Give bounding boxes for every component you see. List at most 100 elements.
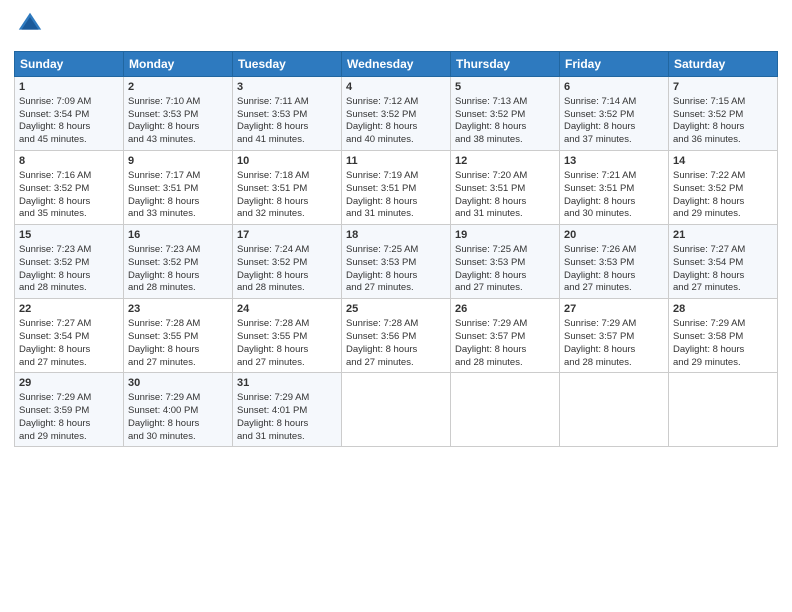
day-number: 29 [19, 376, 119, 391]
day-cell: 4Sunrise: 7:12 AMSunset: 3:52 PMDaylight… [342, 77, 451, 151]
day-info-line: Sunset: 3:52 PM [19, 183, 119, 196]
day-info-line: Sunset: 3:53 PM [346, 257, 446, 270]
day-info-line: and 28 minutes. [564, 357, 664, 370]
day-number: 7 [673, 80, 773, 95]
day-info-line: and 40 minutes. [346, 134, 446, 147]
day-number: 17 [237, 228, 337, 243]
day-info-line: Daylight: 8 hours [346, 344, 446, 357]
day-cell: 1Sunrise: 7:09 AMSunset: 3:54 PMDaylight… [15, 77, 124, 151]
day-cell: 28Sunrise: 7:29 AMSunset: 3:58 PMDayligh… [669, 299, 778, 373]
day-cell: 17Sunrise: 7:24 AMSunset: 3:52 PMDayligh… [233, 225, 342, 299]
day-info-line: Sunrise: 7:18 AM [237, 170, 337, 183]
day-number: 19 [455, 228, 555, 243]
day-number: 10 [237, 154, 337, 169]
day-info-line: and 27 minutes. [346, 282, 446, 295]
day-cell: 25Sunrise: 7:28 AMSunset: 3:56 PMDayligh… [342, 299, 451, 373]
day-number: 6 [564, 80, 664, 95]
day-number: 20 [564, 228, 664, 243]
day-info-line: and 29 minutes. [673, 208, 773, 221]
day-number: 11 [346, 154, 446, 169]
day-info-line: Sunset: 3:52 PM [128, 257, 228, 270]
day-cell: 24Sunrise: 7:28 AMSunset: 3:55 PMDayligh… [233, 299, 342, 373]
day-number: 14 [673, 154, 773, 169]
day-info-line: and 31 minutes. [455, 208, 555, 221]
day-info-line: Sunrise: 7:29 AM [455, 318, 555, 331]
day-info-line: and 41 minutes. [237, 134, 337, 147]
week-row-4: 22Sunrise: 7:27 AMSunset: 3:54 PMDayligh… [15, 299, 778, 373]
header-cell-wednesday: Wednesday [342, 52, 451, 77]
day-info-line: Sunrise: 7:23 AM [128, 244, 228, 257]
header-cell-saturday: Saturday [669, 52, 778, 77]
day-cell [342, 373, 451, 447]
day-info-line: and 28 minutes. [237, 282, 337, 295]
day-cell: 6Sunrise: 7:14 AMSunset: 3:52 PMDaylight… [560, 77, 669, 151]
day-info-line: Sunrise: 7:10 AM [128, 96, 228, 109]
day-info-line: Sunrise: 7:23 AM [19, 244, 119, 257]
day-info-line: Sunrise: 7:28 AM [346, 318, 446, 331]
day-info-line: Sunset: 4:00 PM [128, 405, 228, 418]
day-cell: 3Sunrise: 7:11 AMSunset: 3:53 PMDaylight… [233, 77, 342, 151]
day-info-line: Sunrise: 7:29 AM [564, 318, 664, 331]
day-info-line: and 29 minutes. [19, 431, 119, 444]
day-info-line: Sunset: 3:55 PM [128, 331, 228, 344]
day-info-line: Daylight: 8 hours [19, 270, 119, 283]
day-cell: 15Sunrise: 7:23 AMSunset: 3:52 PMDayligh… [15, 225, 124, 299]
day-info-line: Sunrise: 7:29 AM [237, 392, 337, 405]
day-cell: 11Sunrise: 7:19 AMSunset: 3:51 PMDayligh… [342, 151, 451, 225]
day-info-line: Sunrise: 7:15 AM [673, 96, 773, 109]
logo [14, 10, 48, 43]
day-info-line: Daylight: 8 hours [237, 270, 337, 283]
header-row: SundayMondayTuesdayWednesdayThursdayFrid… [15, 52, 778, 77]
day-info-line: Sunset: 3:52 PM [673, 183, 773, 196]
day-cell: 9Sunrise: 7:17 AMSunset: 3:51 PMDaylight… [124, 151, 233, 225]
day-info-line: Sunrise: 7:14 AM [564, 96, 664, 109]
day-info-line: Sunset: 3:51 PM [346, 183, 446, 196]
day-info-line: Sunrise: 7:11 AM [237, 96, 337, 109]
day-info-line: Daylight: 8 hours [564, 344, 664, 357]
day-info-line: Daylight: 8 hours [19, 344, 119, 357]
day-info-line: Sunset: 4:01 PM [237, 405, 337, 418]
day-cell: 14Sunrise: 7:22 AMSunset: 3:52 PMDayligh… [669, 151, 778, 225]
calendar-header: SundayMondayTuesdayWednesdayThursdayFrid… [15, 52, 778, 77]
day-info-line: Daylight: 8 hours [455, 196, 555, 209]
day-info-line: Daylight: 8 hours [455, 121, 555, 134]
day-info-line: Daylight: 8 hours [346, 270, 446, 283]
day-info-line: Sunrise: 7:22 AM [673, 170, 773, 183]
day-info-line: Sunrise: 7:09 AM [19, 96, 119, 109]
day-number: 31 [237, 376, 337, 391]
day-number: 25 [346, 302, 446, 317]
day-info-line: and 31 minutes. [346, 208, 446, 221]
day-info-line: Daylight: 8 hours [128, 344, 228, 357]
day-number: 9 [128, 154, 228, 169]
day-info-line: Sunset: 3:53 PM [237, 109, 337, 122]
day-info-line: Sunset: 3:52 PM [564, 109, 664, 122]
day-info-line: Sunset: 3:52 PM [455, 109, 555, 122]
day-cell: 31Sunrise: 7:29 AMSunset: 4:01 PMDayligh… [233, 373, 342, 447]
day-number: 3 [237, 80, 337, 95]
day-info-line: and 31 minutes. [237, 431, 337, 444]
day-info-line: and 28 minutes. [19, 282, 119, 295]
day-number: 13 [564, 154, 664, 169]
day-cell: 26Sunrise: 7:29 AMSunset: 3:57 PMDayligh… [451, 299, 560, 373]
calendar-table: SundayMondayTuesdayWednesdayThursdayFrid… [14, 51, 778, 447]
day-cell: 29Sunrise: 7:29 AMSunset: 3:59 PMDayligh… [15, 373, 124, 447]
day-info-line: Daylight: 8 hours [564, 196, 664, 209]
day-info-line: Sunrise: 7:20 AM [455, 170, 555, 183]
day-number: 26 [455, 302, 555, 317]
day-info-line: Sunrise: 7:12 AM [346, 96, 446, 109]
day-info-line: Sunrise: 7:24 AM [237, 244, 337, 257]
day-number: 22 [19, 302, 119, 317]
day-info-line: Sunset: 3:52 PM [673, 109, 773, 122]
day-cell [669, 373, 778, 447]
header-cell-friday: Friday [560, 52, 669, 77]
day-info-line: Sunset: 3:52 PM [237, 257, 337, 270]
day-info-line: Sunrise: 7:25 AM [346, 244, 446, 257]
day-info-line: Sunrise: 7:25 AM [455, 244, 555, 257]
day-info-line: Sunrise: 7:28 AM [128, 318, 228, 331]
day-cell [451, 373, 560, 447]
day-info-line: Sunset: 3:53 PM [564, 257, 664, 270]
day-info-line: and 27 minutes. [19, 357, 119, 370]
week-row-5: 29Sunrise: 7:29 AMSunset: 3:59 PMDayligh… [15, 373, 778, 447]
day-info-line: Sunrise: 7:16 AM [19, 170, 119, 183]
week-row-1: 1Sunrise: 7:09 AMSunset: 3:54 PMDaylight… [15, 77, 778, 151]
